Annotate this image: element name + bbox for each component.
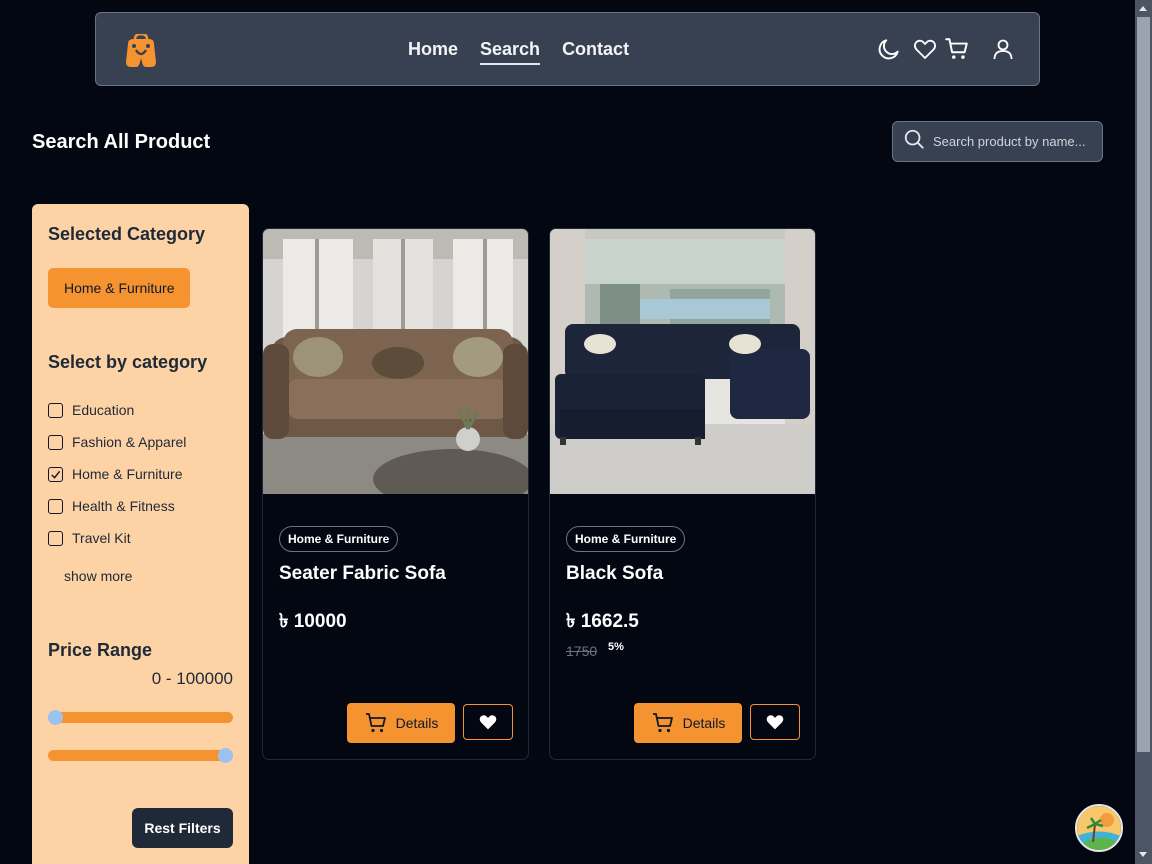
category-label: Health & Fitness: [72, 498, 175, 514]
category-item-health[interactable]: Health & Fitness: [48, 490, 186, 522]
scroll-up-icon[interactable]: [1139, 6, 1147, 11]
floating-avatar-button[interactable]: [1075, 804, 1123, 852]
category-label: Travel Kit: [72, 530, 131, 546]
category-item-fashion[interactable]: Fashion & Apparel: [48, 426, 186, 458]
category-item-home-furniture[interactable]: Home & Furniture: [48, 458, 186, 490]
original-price: 1750: [566, 643, 598, 659]
category-badge: Home & Furniture: [279, 526, 399, 552]
reset-filters-button[interactable]: Rest Filters: [132, 808, 233, 848]
product-image[interactable]: [550, 229, 815, 494]
product-price: ৳ 10000: [279, 611, 347, 632]
logo-icon[interactable]: [122, 32, 160, 68]
details-label: Details: [682, 715, 726, 731]
product-title[interactable]: Black Sofa: [566, 563, 663, 585]
details-label: Details: [395, 715, 439, 731]
max-slider-thumb[interactable]: [218, 748, 233, 763]
wishlist-button[interactable]: [463, 704, 513, 740]
min-price-slider[interactable]: [48, 710, 233, 725]
nav-link-home[interactable]: Home: [408, 39, 458, 65]
nav-icons: [875, 35, 1017, 63]
checkbox[interactable]: [48, 530, 63, 546]
checkbox[interactable]: [48, 434, 63, 450]
cart-icon[interactable]: [943, 35, 971, 63]
heart-icon[interactable]: [911, 35, 939, 63]
selected-category-heading: Selected Category: [48, 224, 206, 244]
show-more-button[interactable]: show more: [64, 568, 132, 584]
category-item-travel[interactable]: Travel Kit: [48, 522, 186, 554]
moon-icon[interactable]: [875, 35, 903, 63]
discount-badge: 5%: [608, 641, 624, 653]
checkbox[interactable]: [48, 498, 63, 514]
product-price: ৳ 1662.5: [566, 611, 639, 632]
navbar: Home Search Contact: [95, 12, 1040, 86]
min-slider-thumb[interactable]: [48, 710, 63, 725]
cart-icon: [652, 713, 673, 733]
selected-category-chip[interactable]: Home & Furniture: [48, 268, 191, 308]
price-range-value: 0 - 100000: [151, 669, 233, 688]
filter-sidebar: Selected Category Home & Furniture Selec…: [32, 204, 249, 864]
checkbox[interactable]: [48, 402, 63, 418]
nav-link-contact[interactable]: Contact: [562, 39, 629, 65]
nav-link-search[interactable]: Search: [480, 39, 541, 65]
check-icon: [51, 470, 61, 479]
max-price-slider[interactable]: [48, 748, 233, 763]
category-item-education[interactable]: Education: [48, 394, 186, 426]
product-card[interactable]: Home & Furniture Seater Fabric Sofa ৳ 10…: [262, 228, 529, 760]
wishlist-button[interactable]: [750, 704, 800, 740]
category-label: Fashion & Apparel: [72, 434, 187, 450]
search-input[interactable]: [933, 134, 1093, 149]
category-badge: Home & Furniture: [566, 526, 686, 552]
heart-icon: [479, 715, 497, 730]
product-image[interactable]: [263, 229, 528, 494]
scroll-down-icon[interactable]: [1139, 852, 1147, 857]
heart-icon: [766, 715, 784, 730]
price-range-heading: Price Range: [48, 640, 153, 660]
page-scrollbar[interactable]: [1135, 0, 1152, 864]
select-category-heading: Select by category: [48, 352, 208, 372]
product-title[interactable]: Seater Fabric Sofa: [279, 563, 446, 585]
scroll-thumb[interactable]: [1137, 17, 1150, 752]
cart-icon: [365, 713, 386, 733]
details-button[interactable]: Details: [634, 703, 742, 743]
nav-links: Home Search Contact: [408, 39, 629, 65]
details-button[interactable]: Details: [347, 703, 455, 743]
category-label: Home & Furniture: [72, 466, 183, 482]
category-label: Education: [72, 402, 135, 418]
user-icon[interactable]: [989, 35, 1017, 63]
checkbox-checked[interactable]: [48, 466, 63, 482]
search-icon: [903, 128, 925, 155]
page-title: Search All Product: [32, 131, 211, 153]
product-card[interactable]: Home & Furniture Black Sofa ৳ 1662.5 175…: [549, 228, 816, 760]
search-box[interactable]: [892, 121, 1103, 162]
category-list: Education Fashion & Apparel Home & Furni…: [48, 394, 186, 554]
